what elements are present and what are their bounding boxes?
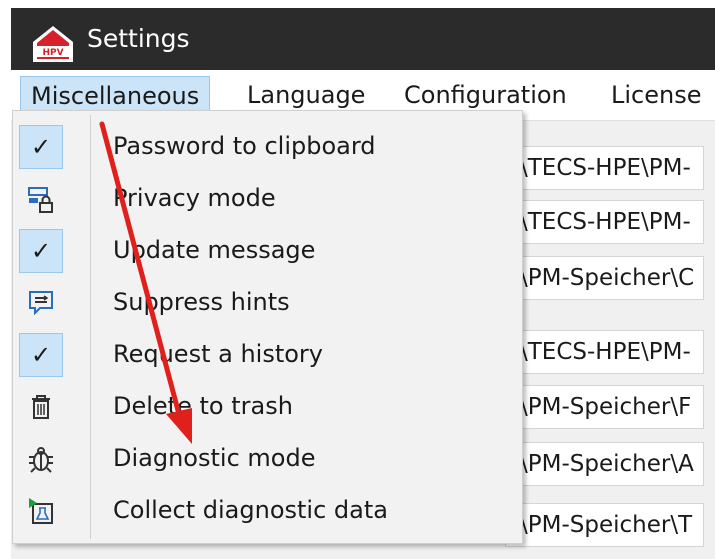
miscellaneous-dropdown: ✓ Password to clipboard Privacy mode ✓ U… [12, 110, 523, 544]
menu-miscellaneous[interactable]: Miscellaneous [20, 76, 211, 114]
menu-item-delete-to-trash[interactable]: Delete to trash [13, 383, 522, 435]
menu-item-collect-diagnostic-data[interactable]: Collect diagnostic data [13, 487, 522, 539]
checkmark-icon: ✓ [19, 229, 63, 273]
checkmark-icon: ✓ [19, 125, 63, 169]
trash-icon [19, 385, 63, 429]
menu-item-request-a-history[interactable]: ✓ Request a history [13, 331, 522, 383]
path-field[interactable]: \PM-Speicher\F [505, 385, 704, 429]
privacy-lock-icon [19, 177, 63, 221]
background-edge [0, 8, 11, 559]
menu-item-label: Update message [113, 236, 316, 264]
menu-item-label: Privacy mode [113, 184, 276, 212]
menu-item-label: Request a history [113, 340, 323, 368]
menu-configuration[interactable]: Configuration [394, 76, 577, 114]
menu-item-privacy-mode[interactable]: Privacy mode [13, 175, 522, 227]
window-title: Settings [87, 24, 190, 53]
menu-item-label: Suppress hints [113, 288, 290, 316]
path-field[interactable]: \TECS-HPE\PM- [505, 146, 704, 190]
path-field[interactable]: \PM-Speicher\T [505, 503, 704, 547]
menu-item-password-to-clipboard[interactable]: ✓ Password to clipboard [13, 123, 522, 175]
logo-text: HPV [42, 48, 63, 58]
hint-bubble-icon [19, 281, 63, 325]
bug-icon [19, 437, 63, 481]
path-field[interactable]: \TECS-HPE\PM- [505, 330, 704, 374]
menu-language[interactable]: Language [237, 76, 375, 114]
app-logo-icon: HPV [33, 26, 73, 62]
menu-item-label: Password to clipboard [113, 132, 376, 160]
menu-item-label: Delete to trash [113, 392, 293, 420]
path-field[interactable]: \TECS-HPE\PM- [505, 200, 704, 244]
menu-item-diagnostic-mode[interactable]: Diagnostic mode [13, 435, 522, 487]
menu-item-label: Diagnostic mode [113, 444, 316, 472]
menu-license[interactable]: License [601, 76, 711, 114]
path-field[interactable]: \PM-Speicher\C [505, 256, 704, 300]
menu-item-suppress-hints[interactable]: Suppress hints [13, 279, 522, 331]
title-bar: HPV Settings [11, 8, 715, 70]
menu-item-update-message[interactable]: ✓ Update message [13, 227, 522, 279]
checkmark-icon: ✓ [19, 333, 63, 377]
menu-item-label: Collect diagnostic data [113, 496, 388, 524]
path-field[interactable]: \PM-Speicher\A [505, 442, 704, 486]
collect-data-icon [19, 489, 63, 533]
